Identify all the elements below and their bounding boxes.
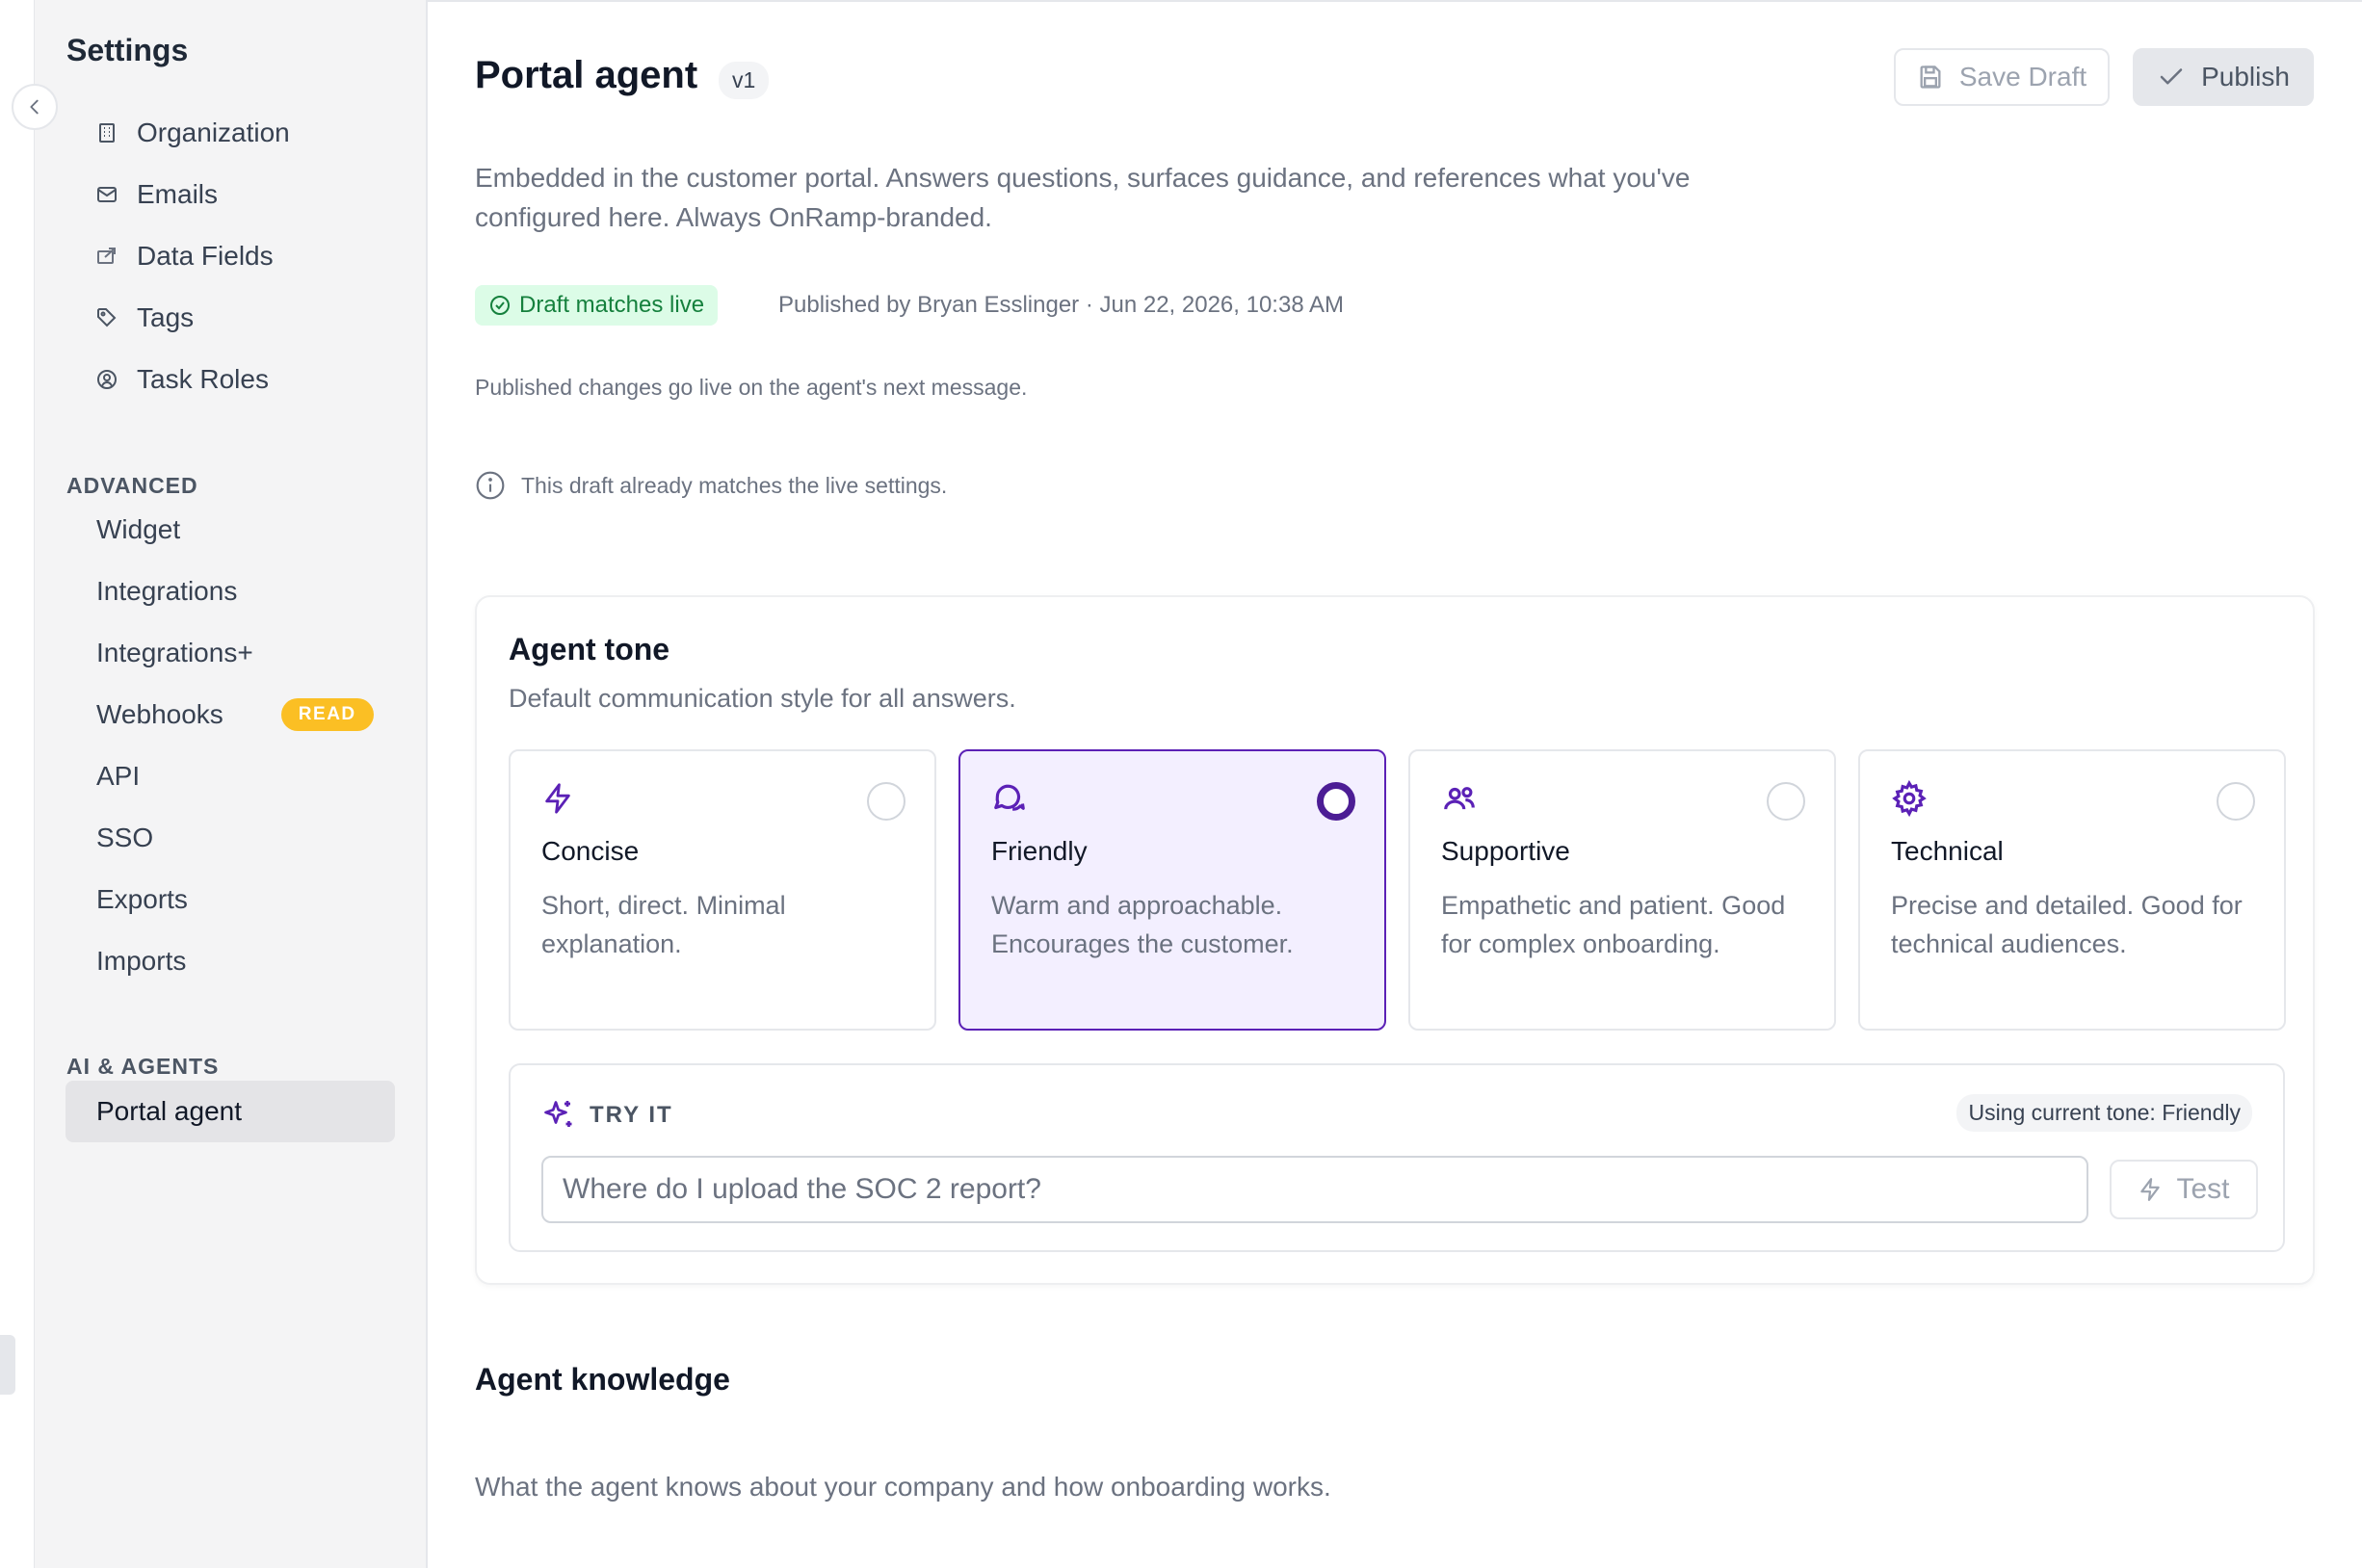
- try-it-text: TRY IT: [590, 1102, 673, 1128]
- tone-name: Supportive: [1441, 836, 1570, 866]
- save-icon: [1920, 65, 1941, 89]
- tone-desc: Short, direct. Minimal explanation.: [541, 891, 786, 958]
- save-draft-button[interactable]: Save Draft: [1894, 48, 2110, 106]
- sidebar-item-emails[interactable]: Emails: [94, 171, 218, 218]
- tag-icon: [94, 305, 119, 330]
- agent-tone-title: Agent tone: [509, 632, 670, 666]
- rail-handle[interactable]: [0, 1335, 15, 1395]
- sparkles-icon: [544, 1101, 572, 1127]
- tone-radio[interactable]: [2217, 782, 2255, 821]
- agent-description: Embedded in the customer portal. Answers…: [475, 163, 1691, 232]
- sidebar-item-label: Integrations+: [96, 638, 253, 667]
- sidebar-item-label: Tags: [137, 302, 195, 332]
- tone-name: Concise: [541, 836, 640, 866]
- left-rail: [0, 0, 35, 1568]
- test-button[interactable]: Test: [2110, 1160, 2258, 1219]
- status-badge-label: Draft matches live: [519, 292, 705, 318]
- gear-icon: [1891, 779, 1928, 822]
- sidebar-item-label: Webhooks: [96, 699, 223, 729]
- version-badge: v1: [719, 62, 770, 99]
- sidebar-item-tags[interactable]: Tags: [94, 295, 194, 341]
- sidebar-item-widget[interactable]: Widget: [96, 507, 180, 553]
- chevron-left-icon: [30, 99, 39, 115]
- page-title: Portal agent: [475, 54, 698, 96]
- sidebar-item-sso[interactable]: SSO: [96, 815, 153, 861]
- lightning-icon: [541, 780, 574, 822]
- tone-option-friendly[interactable]: Friendly Warm and approachable. Encourag…: [958, 749, 1386, 1031]
- golive-note: Published changes go live on the agent's…: [475, 375, 1028, 400]
- sidebar-item-imports[interactable]: Imports: [96, 938, 186, 984]
- check-circle-icon: [490, 296, 510, 315]
- agent-tone-card: Agent tone Default communication style f…: [475, 595, 2315, 1285]
- current-tone-badge: Using current tone: Friendly: [1956, 1094, 2252, 1132]
- mail-icon: [94, 182, 119, 207]
- publish-label: Publish: [2201, 62, 2290, 91]
- sidebar-section-advanced: ADVANCED: [66, 473, 198, 498]
- info-text: This draft already matches the live sett…: [521, 472, 948, 498]
- chat-bubbles-icon: [991, 780, 1028, 822]
- read-badge: READ: [280, 698, 374, 731]
- sidebar-item-label: Data Fields: [137, 241, 274, 271]
- tone-option-supportive[interactable]: Supportive Empathetic and patient. Good …: [1408, 749, 1836, 1031]
- tone-name: Technical: [1891, 836, 2004, 866]
- sidebar-item-label: Exports: [96, 884, 188, 914]
- sidebar-item-exports[interactable]: Exports: [96, 876, 188, 923]
- people-icon: [1441, 780, 1478, 822]
- sidebar-item-label: Widget: [96, 514, 181, 544]
- sidebar-item-label: Integrations: [96, 576, 238, 606]
- data-fields-icon: [94, 244, 119, 269]
- tone-desc: Precise and detailed. Good for technical…: [1891, 891, 2243, 958]
- tone-radio[interactable]: [867, 782, 905, 821]
- tone-name: Friendly: [991, 836, 1088, 866]
- lightning-icon: [2140, 1178, 2161, 1201]
- check-icon: [2160, 68, 2183, 85]
- main-content: Portal agent v1 Save Draft Publish Embed…: [430, 0, 2362, 1568]
- sidebar-item-label: Portal agent: [96, 1096, 242, 1126]
- try-it-label: TRY IT: [541, 1098, 673, 1133]
- publish-button[interactable]: Publish: [2133, 48, 2314, 106]
- sidebar-item-task-roles[interactable]: Task Roles: [94, 356, 269, 403]
- tone-desc: Warm and approachable. Encourages the cu…: [991, 891, 1294, 958]
- sidebar-item-organization[interactable]: Organization: [94, 110, 290, 156]
- sidebar-title: Settings: [66, 33, 189, 67]
- status-badge: Draft matches live: [475, 285, 719, 326]
- save-draft-label: Save Draft: [1958, 62, 2087, 91]
- tone-radio[interactable]: [1767, 782, 1805, 821]
- sidebar-item-label: Organization: [137, 118, 290, 147]
- try-it-input[interactable]: [541, 1156, 2088, 1223]
- agent-knowledge-subtitle: What the agent knows about your company …: [475, 1472, 1331, 1502]
- sidebar-item-label: SSO: [96, 823, 154, 852]
- task-roles-icon: [94, 367, 119, 392]
- sidebar-section-ai-agents: AI & AGENTS: [66, 1054, 220, 1079]
- test-label: Test: [2176, 1173, 2230, 1205]
- sidebar-item-webhooks[interactable]: Webhooks READ: [96, 692, 374, 738]
- sidebar-item-api[interactable]: API: [96, 753, 140, 799]
- agent-knowledge-title: Agent knowledge: [475, 1362, 730, 1397]
- sidebar-item-integrations-plus[interactable]: Integrations+: [96, 630, 253, 676]
- sidebar-item-portal-agent[interactable]: Portal agent: [96, 1088, 242, 1135]
- tone-option-concise[interactable]: Concise Short, direct. Minimal explanati…: [509, 749, 936, 1031]
- sidebar-item-label: API: [96, 761, 141, 791]
- building-icon: [94, 120, 119, 145]
- collapse-sidebar-button[interactable]: [12, 84, 58, 130]
- agent-tone-subtitle: Default communication style for all answ…: [509, 684, 1016, 713]
- try-it-panel: TRY IT Using current tone: Friendly Test: [509, 1063, 2285, 1252]
- sidebar-item-label: Emails: [137, 179, 219, 209]
- tone-desc: Empathetic and patient. Good for complex…: [1441, 891, 1786, 958]
- info-message: This draft already matches the live sett…: [475, 470, 947, 501]
- settings-sidebar: Settings Organization Emails Data Fields…: [35, 0, 428, 1568]
- sidebar-item-data-fields[interactable]: Data Fields: [94, 233, 274, 279]
- sidebar-item-label: Task Roles: [137, 364, 269, 394]
- info-icon: [476, 471, 505, 500]
- sidebar-item-label: Imports: [96, 946, 187, 976]
- tone-option-technical[interactable]: Technical Precise and detailed. Good for…: [1858, 749, 2286, 1031]
- published-by: Published by Bryan Esslinger · Jun 22, 2…: [778, 292, 1345, 318]
- tone-radio[interactable]: [1317, 782, 1355, 821]
- sidebar-item-integrations[interactable]: Integrations: [96, 568, 237, 614]
